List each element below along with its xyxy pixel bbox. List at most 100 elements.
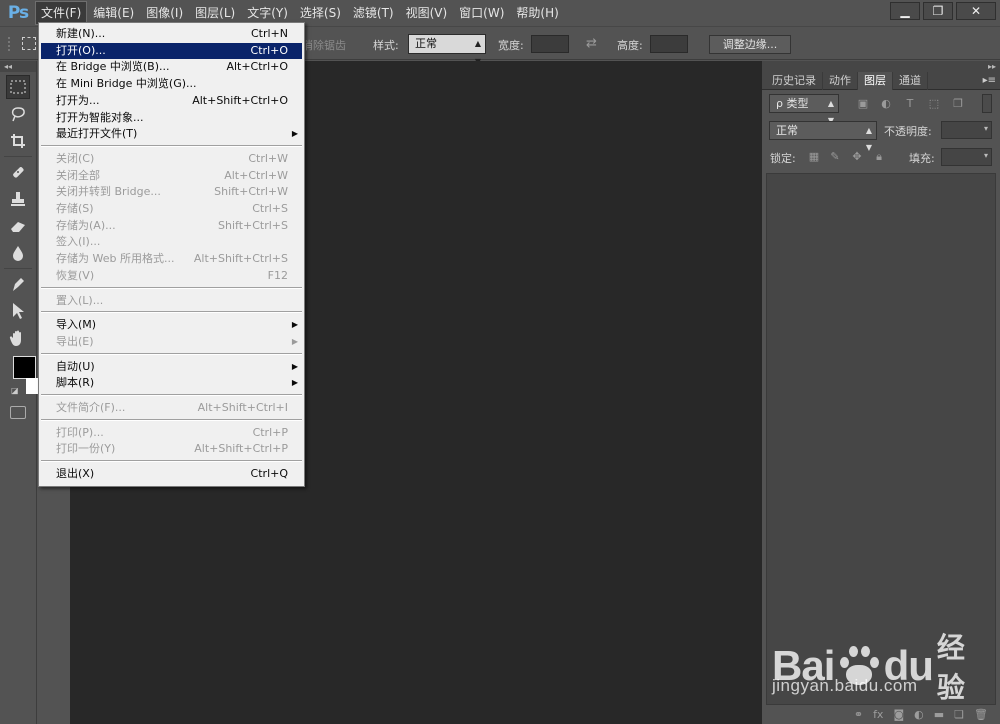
file-menu-item[interactable]: 打开(O)... Ctrl+O [41,42,302,59]
file-menu-item[interactable]: 存储(S) Ctrl+S [41,201,302,217]
tab-channels[interactable]: 通道 [893,72,928,90]
new-layer-icon[interactable]: ❏ [954,708,964,721]
tab-layers[interactable]: 图层 [858,72,893,90]
stamp-icon[interactable] [6,187,30,211]
path-select-icon[interactable] [6,299,30,323]
file-menu-item[interactable]: 打开为... Alt+Shift+Ctrl+O [41,93,302,109]
lock-row: 锁定: ▦ ✎ ✥ 🔒︎ 填充: ▾ [766,147,996,171]
marquee-preset-icon[interactable] [22,37,36,50]
pen-icon[interactable] [6,272,30,296]
menu-item-label: 脚本(R) [56,376,95,390]
file-menu-item[interactable]: 恢复(V) F12 [41,268,302,284]
file-menu-item[interactable]: 脚本(R) ▶ [41,375,302,391]
menu-image[interactable]: 图像(I) [141,2,188,24]
menu-separator [41,286,302,289]
style-select[interactable]: 正常 ▲▼ [408,34,486,66]
layer-filter-select[interactable]: ρ 类型 ▲▼ [769,94,839,125]
refine-edge-button[interactable]: 调整边缘... [709,35,791,54]
file-menu-item[interactable]: 导出(E) ▶ [41,334,302,350]
height-input[interactable] [650,35,688,53]
menu-filter[interactable]: 滤镜(T) [348,2,399,24]
quick-mask-icon[interactable] [10,406,26,419]
filter-adjustment-icon[interactable]: ◐ [879,97,893,111]
filter-shape-icon[interactable]: ⬚ [927,97,941,111]
delete-layer-icon[interactable]: 🗑︎ [974,708,988,721]
file-menu-item[interactable]: 置入(L)... [41,293,302,309]
panel-menu-icon[interactable]: ▸≡ [983,72,996,89]
file-menu-item[interactable]: 新建(N)... Ctrl+N [41,26,302,42]
default-colors-icon[interactable]: ◪ [11,386,21,396]
minimize-button[interactable]: ▁ [890,2,920,20]
menu-type[interactable]: 文字(Y) [242,2,293,24]
crop-icon[interactable] [6,129,30,153]
dock-collapse-icon[interactable]: ▸▸ [762,61,1000,72]
file-menu-item[interactable]: 签入(I)... [41,234,302,250]
restore-button[interactable]: ❐ [923,2,953,20]
file-menu-item[interactable]: 自动(U) ▶ [41,359,302,375]
opacity-input[interactable]: ▾ [941,121,992,139]
new-group-icon[interactable]: ▬ [934,708,944,721]
new-adjustment-icon[interactable]: ◐ [914,708,924,721]
menu-item-shortcut: Alt+Ctrl+W [224,168,288,182]
file-menu-item[interactable]: 存储为(A)... Shift+Ctrl+S [41,218,302,234]
menu-item-label: 打开为... [56,93,100,107]
file-menu-item[interactable]: 在 Bridge 中浏览(B)... Alt+Ctrl+O [41,59,302,75]
menu-layer[interactable]: 图层(L) [190,2,240,24]
file-menu-item[interactable]: 打开为智能对象... [41,110,302,126]
file-menu-item[interactable]: 关闭(C) Ctrl+W [41,151,302,167]
filter-type-icon[interactable]: T [903,97,917,111]
filter-smart-object-icon[interactable]: ❐ [951,97,965,111]
layers-list[interactable] [766,173,996,705]
menu-separator [41,418,302,421]
menu-help[interactable]: 帮助(H) [511,2,563,24]
menu-edit[interactable]: 编辑(E) [88,2,139,24]
foreground-color-swatch[interactable] [13,356,36,379]
link-layers-icon[interactable]: ⚭ [854,708,863,721]
blur-drop-icon[interactable] [6,241,30,265]
filter-toggle-switch[interactable] [982,94,992,113]
tab-actions[interactable]: 动作 [823,72,858,90]
collapse-icon[interactable]: ◂◂ [0,61,36,72]
options-bar-grip[interactable] [8,37,12,51]
width-input[interactable] [531,35,569,53]
dropdown-arrow-icon: ▾ [983,124,988,133]
rect-marquee-icon[interactable] [6,75,30,99]
menu-view[interactable]: 视图(V) [401,2,453,24]
menu-select[interactable]: 选择(S) [295,2,346,24]
hand-icon[interactable] [6,326,30,350]
menu-item-label: 导入(M) [56,318,97,332]
filter-pixel-icon[interactable]: ▣ [856,97,870,111]
lock-paint-icon[interactable]: ✎ [828,150,842,164]
lock-move-icon[interactable]: ✥ [850,150,864,164]
menu-separator [41,311,302,314]
lock-transparent-icon[interactable]: ▦ [807,150,821,164]
menu-file[interactable]: 文件(F) [34,1,88,25]
eraser-icon[interactable] [6,214,30,238]
layer-style-icon[interactable]: fx [873,708,883,721]
file-menu-item[interactable]: 打印(P)... Ctrl+P [41,425,302,441]
menu-item-label: 在 Bridge 中浏览(B)... [56,60,170,74]
file-menu-item[interactable]: 文件简介(F)... Alt+Shift+Ctrl+I [41,400,302,416]
close-button[interactable]: ✕ [956,2,996,20]
menu-item-label: 打印(P)... [56,425,104,439]
file-menu-item[interactable]: 打印一份(Y) Alt+Shift+Ctrl+P [41,441,302,457]
file-menu-item[interactable]: 导入(M) ▶ [41,317,302,333]
add-mask-icon[interactable]: ◙ [893,708,904,721]
menu-window[interactable]: 窗口(W) [454,2,509,24]
fill-input[interactable]: ▾ [941,148,992,166]
menu-item-shortcut: Ctrl+W [248,151,288,165]
file-menu-item[interactable]: 退出(X) Ctrl+Q [41,466,302,482]
file-menu-item[interactable]: 关闭并转到 Bridge... Shift+Ctrl+W [41,184,302,200]
submenu-arrow-icon: ▶ [291,378,298,388]
swap-width-height-icon[interactable]: ⇄ [586,36,597,51]
file-menu-item[interactable]: 关闭全部 Alt+Ctrl+W [41,168,302,184]
lasso-icon[interactable] [6,102,30,126]
lock-all-icon[interactable]: 🔒︎ [872,150,886,164]
file-menu-item[interactable]: 最近打开文件(T) ▶ [41,126,302,142]
file-menu-item[interactable]: 在 Mini Bridge 中浏览(G)... [41,76,302,92]
blend-mode-select[interactable]: 正常 ▲ ▼ [769,121,877,152]
file-menu-item[interactable]: 存储为 Web 所用格式... Alt+Shift+Ctrl+S [41,251,302,267]
tab-history[interactable]: 历史记录 [766,72,823,90]
style-label: 样式: [373,39,399,52]
healing-brush-icon[interactable] [6,160,30,184]
